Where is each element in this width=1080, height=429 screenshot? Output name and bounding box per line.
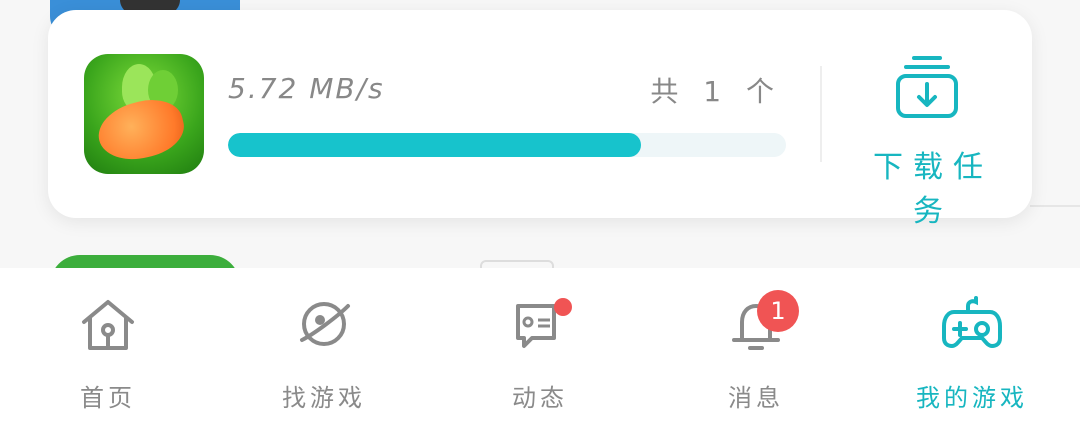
tab-label: 消息 (728, 384, 784, 412)
tab-my-games[interactable]: 我的游戏 (864, 268, 1080, 429)
download-speed: 5.72 MB/s (228, 72, 385, 105)
download-tasks-button[interactable]: 下载任务 (848, 46, 1018, 229)
tab-label: 找游戏 (282, 384, 366, 412)
home-icon (82, 300, 134, 350)
download-tray-icon (896, 56, 958, 118)
divider (820, 66, 822, 162)
tab-label: 首页 (80, 384, 136, 412)
download-card[interactable]: 5.72 MB/s 共 1 个 下载任务 (48, 10, 1032, 229)
app-icon[interactable] (84, 54, 204, 174)
tab-messages[interactable]: 消息 (648, 268, 864, 429)
download-progress-bar (228, 133, 786, 157)
download-tasks-label: 下载任务 (873, 150, 993, 229)
tab-find-games[interactable]: 找游戏 (216, 268, 432, 429)
planet-icon (300, 302, 350, 346)
download-progress-fill (228, 133, 641, 157)
feed-notification-dot (554, 298, 572, 316)
tab-home[interactable]: 首页 (0, 268, 216, 429)
tab-feed[interactable]: 动态 (432, 268, 648, 429)
tab-label: 动态 (512, 384, 568, 412)
messages-badge: 1 (757, 290, 799, 332)
bottom-tab-bar: 首页 找游戏 动态 消息 我的游戏 (0, 268, 1080, 429)
gamepad-icon (942, 296, 1002, 348)
divider (1030, 205, 1080, 207)
tab-label: 我的游戏 (916, 384, 1028, 412)
download-count: 共 1 个 (650, 75, 782, 108)
